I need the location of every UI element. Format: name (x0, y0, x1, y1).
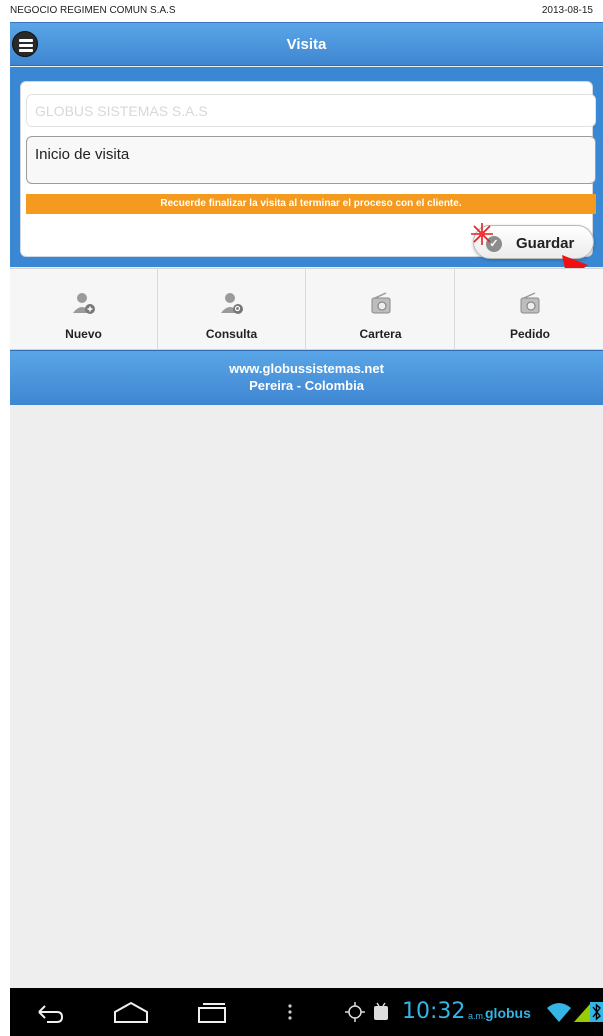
footer-bar: www.globussistemas.net Pereira - Colombi… (10, 350, 603, 405)
website-link[interactable]: www.globussistemas.net (10, 361, 603, 376)
tab-pedido[interactable]: Pedido (456, 269, 603, 351)
screen: NEGOCIO REGIMEN COMUN S.A.S 2013-08-15 V… (0, 0, 603, 1036)
person-search-icon (221, 293, 243, 314)
recent-apps-icon[interactable] (195, 1000, 229, 1024)
form-section: GLOBUS SISTEMAS S.A.S Inicio de visita R… (10, 67, 603, 267)
back-icon[interactable] (35, 1000, 65, 1024)
reminder-banner: Recuerde finalizar la visita al terminar… (26, 194, 596, 214)
android-system-bar: 10:32 a.m. globus (10, 988, 603, 1036)
home-icon[interactable] (111, 1000, 151, 1024)
tab-label: Nuevo (65, 327, 102, 341)
signal-icon (574, 1004, 590, 1022)
highlight-star-icon (471, 223, 493, 245)
visit-form-card: GLOBUS SISTEMAS S.A.S Inicio de visita R… (20, 81, 596, 259)
client-field: GLOBUS SISTEMAS S.A.S (26, 94, 596, 127)
tab-label: Consulta (205, 327, 258, 341)
clock-time: 10:32 (402, 999, 466, 1024)
tab-label: Pedido (509, 327, 550, 341)
wifi-icon (547, 1003, 571, 1022)
status-strip: NEGOCIO REGIMEN COMUN S.A.S 2013-08-15 (10, 0, 603, 22)
tab-label: Cartera (359, 327, 402, 341)
save-button-label: Guardar (516, 235, 575, 252)
header-bar: Visita (10, 22, 603, 66)
company-name: NEGOCIO REGIMEN COMUN S.A.S (10, 5, 176, 16)
radio-icon (520, 292, 540, 314)
current-date: 2013-08-15 (541, 5, 593, 16)
observation-textarea[interactable]: Inicio de visita (26, 136, 596, 184)
page-title: Visita (286, 36, 327, 53)
overflow-menu-icon[interactable] (286, 1000, 294, 1024)
bluetooth-icon (590, 1002, 603, 1022)
radio-icon (371, 292, 391, 314)
carrier-name: globus (485, 1005, 531, 1021)
tab-consulta[interactable]: Consulta (158, 269, 306, 351)
bottom-tab-bar: Nuevo Consulta Cartera Pedido (10, 268, 603, 351)
tab-cartera[interactable]: Cartera (307, 269, 455, 351)
gps-icon (345, 1002, 365, 1022)
android-debug-icon (374, 1002, 388, 1020)
tab-nuevo[interactable]: Nuevo (10, 269, 158, 351)
clock-ampm: a.m. (468, 1011, 486, 1021)
app-container: NEGOCIO REGIMEN COMUN S.A.S 2013-08-15 V… (10, 0, 603, 1036)
person-add-icon (73, 293, 95, 314)
location-text: Pereira - Colombia (249, 378, 364, 393)
